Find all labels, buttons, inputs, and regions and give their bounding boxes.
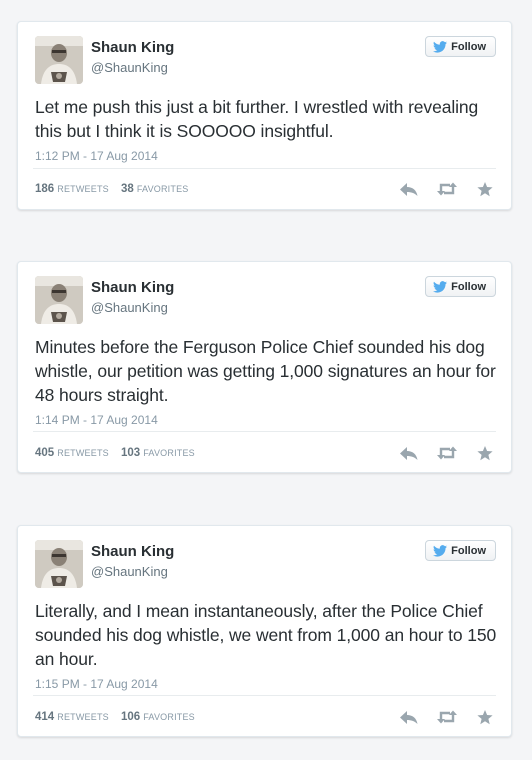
author-name[interactable]: Shaun King	[91, 279, 174, 296]
avatar[interactable]	[35, 276, 83, 324]
divider	[33, 168, 496, 169]
follow-label: Follow	[451, 544, 486, 557]
retweet-icon[interactable]	[437, 181, 457, 197]
tweet-actions	[399, 445, 495, 461]
tweet-timestamp[interactable]: 1:14 PM - 17 Aug 2014	[35, 413, 158, 427]
retweet-icon[interactable]	[437, 709, 457, 725]
favorite-count[interactable]: 38	[121, 183, 134, 195]
twitter-bird-icon	[433, 280, 448, 293]
twitter-bird-icon	[433, 544, 448, 557]
favorite-count[interactable]: 103	[121, 447, 140, 459]
retweet-count[interactable]: 405	[35, 447, 54, 459]
twitter-bird-icon	[433, 40, 448, 53]
favorites-label: FAVORITES	[143, 448, 195, 458]
follow-button[interactable]: Follow	[425, 276, 496, 297]
favorite-star-icon[interactable]	[475, 181, 495, 197]
tweet-stats: 186 RETWEETS 38 FAVORITES	[35, 183, 189, 195]
retweet-count[interactable]: 414	[35, 711, 54, 723]
author-handle[interactable]: @ShaunKing	[91, 564, 168, 579]
tweet-card: Shaun King @ShaunKing Follow Let me push…	[17, 21, 512, 210]
tweet-actions	[399, 181, 495, 197]
author-handle[interactable]: @ShaunKing	[91, 60, 168, 75]
author-handle[interactable]: @ShaunKing	[91, 300, 168, 315]
avatar[interactable]	[35, 36, 83, 84]
author-name[interactable]: Shaun King	[91, 543, 174, 560]
reply-icon[interactable]	[399, 709, 419, 725]
author-name[interactable]: Shaun King	[91, 39, 174, 56]
avatar[interactable]	[35, 540, 83, 588]
tweet-timestamp[interactable]: 1:15 PM - 17 Aug 2014	[35, 677, 158, 691]
retweets-label: RETWEETS	[57, 448, 109, 458]
favorites-label: FAVORITES	[143, 712, 195, 722]
tweet-card: Shaun King @ShaunKing Follow Literally, …	[17, 525, 512, 737]
tweet-timestamp[interactable]: 1:12 PM - 17 Aug 2014	[35, 149, 158, 163]
divider	[33, 431, 496, 432]
tweet-stats: 405 RETWEETS 103 FAVORITES	[35, 447, 195, 459]
favorite-star-icon[interactable]	[475, 445, 495, 461]
favorites-label: FAVORITES	[136, 184, 189, 194]
retweet-icon[interactable]	[437, 445, 457, 461]
retweet-count[interactable]: 186	[35, 183, 54, 195]
retweets-label: RETWEETS	[57, 184, 109, 194]
follow-label: Follow	[451, 40, 486, 53]
follow-button[interactable]: Follow	[425, 540, 496, 561]
follow-label: Follow	[451, 280, 486, 293]
reply-icon[interactable]	[399, 445, 419, 461]
divider	[33, 695, 496, 696]
reply-icon[interactable]	[399, 181, 419, 197]
tweet-text: Minutes before the Ferguson Police Chief…	[35, 337, 496, 405]
tweet-stats: 414 RETWEETS 106 FAVORITES	[35, 711, 195, 723]
tweet-card: Shaun King @ShaunKing Follow Minutes bef…	[17, 261, 512, 473]
tweet-text: Let me push this just a bit further. I w…	[35, 97, 479, 141]
tweet-actions	[399, 709, 495, 725]
favorite-star-icon[interactable]	[475, 709, 495, 725]
favorite-count[interactable]: 106	[121, 711, 140, 723]
tweet-text: Literally, and I mean instantaneously, a…	[35, 601, 497, 669]
follow-button[interactable]: Follow	[425, 36, 496, 57]
retweets-label: RETWEETS	[57, 712, 109, 722]
